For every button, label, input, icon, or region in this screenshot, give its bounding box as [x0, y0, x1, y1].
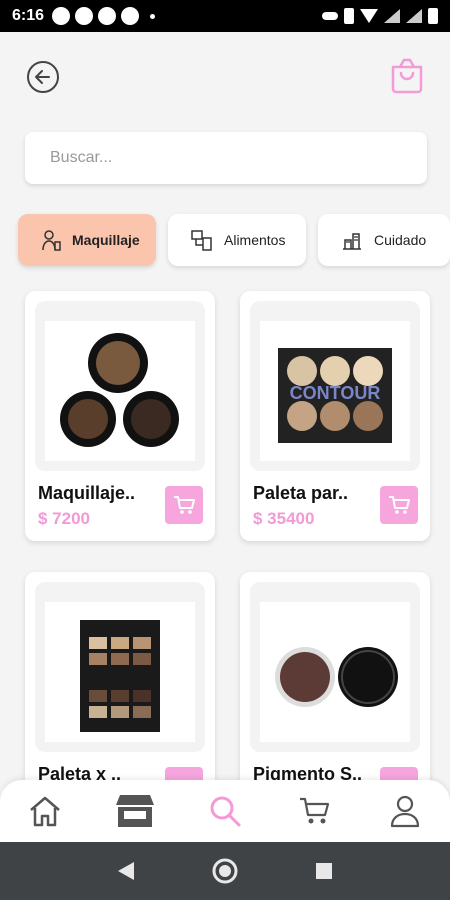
back-button[interactable] [27, 61, 59, 93]
product-image [260, 602, 410, 742]
profile-icon [390, 795, 420, 828]
category-label: Alimentos [224, 232, 286, 248]
product-image [45, 602, 195, 742]
home-circle-icon[interactable] [211, 857, 239, 885]
system-navigation-bar [0, 842, 450, 900]
search-input[interactable] [25, 132, 427, 184]
product-price: $ 7200 [38, 509, 90, 528]
status-time: 6:16 [12, 7, 45, 24]
home-icon [30, 796, 60, 827]
nav-search-button[interactable] [200, 786, 250, 836]
key-icon [322, 12, 338, 20]
food-icon [191, 230, 212, 251]
product-card[interactable]: Maquillaje.. $ 7200 [25, 291, 215, 541]
category-label: Cuidado [374, 232, 427, 248]
signal-icon-2 [406, 9, 422, 23]
cart-icon [174, 496, 195, 514]
signal-icon [384, 9, 400, 23]
care-icon [343, 233, 361, 250]
makeup-icon [42, 230, 61, 251]
product-image [45, 321, 195, 461]
category-alimentos[interactable]: Alimentos [168, 214, 306, 266]
category-label: Maquillaje [72, 232, 140, 248]
bottom-navigation [0, 780, 450, 842]
product-name: Paleta par.. [253, 483, 349, 503]
search-icon [210, 796, 241, 827]
product-card[interactable]: CONTOUR Paleta par.. $ 35400 [240, 291, 430, 541]
back-triangle-icon[interactable] [116, 860, 136, 882]
alert-icon [121, 7, 140, 25]
cart-icon [389, 496, 410, 514]
category-cuidado[interactable]: Cuidado [318, 214, 450, 266]
nav-home-button[interactable] [20, 786, 70, 836]
app-icon [98, 7, 117, 25]
category-maquillaje[interactable]: Maquillaje [18, 214, 156, 266]
product-name: Maquillaje.. [38, 483, 136, 503]
status-bar: 6:16 [0, 0, 450, 32]
recents-square-icon[interactable] [314, 861, 334, 881]
nav-profile-button[interactable] [380, 786, 430, 836]
nav-store-button[interactable] [110, 786, 160, 836]
wifi-icon [360, 9, 378, 23]
cart-icon [300, 797, 330, 824]
more-notifications-icon [150, 13, 156, 19]
shopping-bag-icon [391, 58, 423, 94]
vibrate-icon [344, 8, 354, 24]
product-image-text: CONTOUR [290, 383, 381, 403]
category-list: Maquillaje Alimentos Cuidado [18, 214, 450, 266]
shopping-bag-button[interactable] [390, 58, 424, 94]
notification-icon [75, 7, 94, 25]
store-icon [116, 795, 154, 827]
add-to-cart-button[interactable] [165, 486, 203, 524]
add-to-cart-button[interactable] [380, 486, 418, 524]
whatsapp-icon [52, 7, 71, 25]
battery-icon [428, 8, 438, 24]
product-image: CONTOUR [260, 321, 410, 461]
product-price: $ 35400 [253, 509, 315, 528]
arrow-left-icon [35, 70, 50, 84]
nav-cart-button[interactable] [290, 786, 340, 836]
